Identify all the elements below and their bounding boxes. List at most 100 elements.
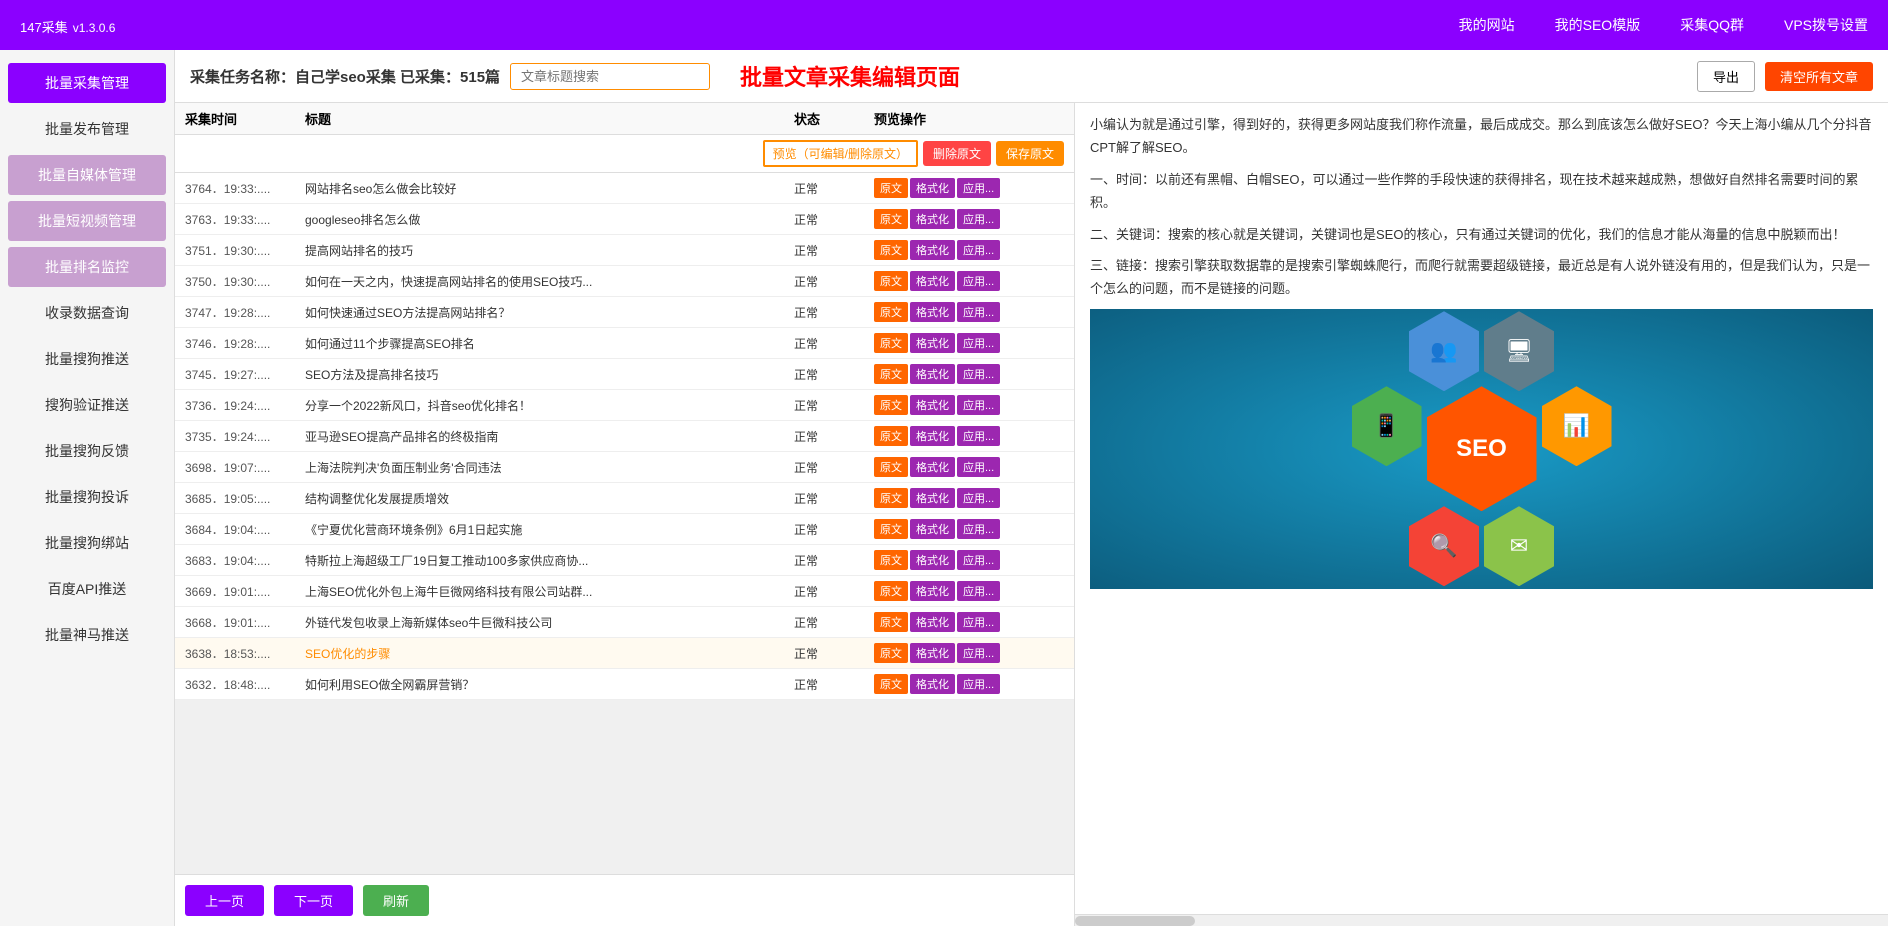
sidebar-item-baidu-api[interactable]: 百度API推送 xyxy=(8,569,166,609)
btn-yuanwen-3[interactable]: 原文 xyxy=(874,271,908,291)
btn-yingyin-13[interactable]: 应用... xyxy=(957,581,1000,601)
sidebar-item-sougou-bind[interactable]: 批量搜狗绑站 xyxy=(8,523,166,563)
table-row[interactable]: 3638．18:53:.... SEO优化的步骤 正常 原文 格式化 应用... xyxy=(175,638,1074,669)
sidebar-item-sougou-feedback[interactable]: 批量搜狗反馈 xyxy=(8,431,166,471)
row-title: 如何通过11个步骤提高SEO排名 xyxy=(305,335,794,352)
table-row[interactable]: 3683．19:04:.... 特斯拉上海超级工厂19日复工推动100多家供应商… xyxy=(175,545,1074,576)
btn-geshi-9[interactable]: 格式化 xyxy=(910,457,955,477)
search-input[interactable] xyxy=(510,63,710,90)
btn-yuanwen-8[interactable]: 原文 xyxy=(874,426,908,446)
horizontal-scrollbar[interactable] xyxy=(1075,914,1888,926)
btn-geshi-3[interactable]: 格式化 xyxy=(910,271,955,291)
table-row[interactable]: 3745．19:27:.... SEO方法及提高排名技巧 正常 原文 格式化 应… xyxy=(175,359,1074,390)
nav-qq-group[interactable]: 采集QQ群 xyxy=(1680,15,1744,35)
table-row[interactable]: 3698．19:07:.... 上海法院判决'负面压制业务'合同违法 正常 原文… xyxy=(175,452,1074,483)
table-row[interactable]: 3685．19:05:.... 结构调整优化发展提质增效 正常 原文 格式化 应… xyxy=(175,483,1074,514)
sidebar-item-rank-monitor[interactable]: 批量排名监控 xyxy=(8,247,166,287)
table-row[interactable]: 3668．19:01:.... 外链代发包收录上海新媒体seo牛巨微科技公司 正… xyxy=(175,607,1074,638)
table-row[interactable]: 3736．19:24:.... 分享一个2022新风口，抖音seo优化排名！ 正… xyxy=(175,390,1074,421)
btn-yuanwen-7[interactable]: 原文 xyxy=(874,395,908,415)
btn-yingyin-11[interactable]: 应用... xyxy=(957,519,1000,539)
btn-geshi-14[interactable]: 格式化 xyxy=(910,612,955,632)
table-row[interactable]: 3763．19:33:.... googleseo排名怎么做 正常 原文 格式化… xyxy=(175,204,1074,235)
btn-yuanwen-9[interactable]: 原文 xyxy=(874,457,908,477)
btn-yingyin-5[interactable]: 应用... xyxy=(957,333,1000,353)
top-bar: 采集任务名称：自己学seo采集 已采集：515篇 批量文章采集编辑页面 导出 清… xyxy=(175,50,1888,103)
btn-yingyin-4[interactable]: 应用... xyxy=(957,302,1000,322)
sidebar-item-video-manage[interactable]: 批量短视频管理 xyxy=(8,201,166,241)
table-row[interactable]: 3746．19:28:.... 如何通过11个步骤提高SEO排名 正常 原文 格… xyxy=(175,328,1074,359)
btn-geshi-0[interactable]: 格式化 xyxy=(910,178,955,198)
btn-yuanwen-1[interactable]: 原文 xyxy=(874,209,908,229)
export-button[interactable]: 导出 xyxy=(1697,61,1755,92)
btn-yuanwen-11[interactable]: 原文 xyxy=(874,519,908,539)
prev-page-button[interactable]: 上一页 xyxy=(185,885,264,916)
clear-all-button[interactable]: 清空所有文章 xyxy=(1765,62,1873,91)
sidebar-item-sougou-push[interactable]: 批量搜狗推送 xyxy=(8,339,166,379)
btn-geshi-12[interactable]: 格式化 xyxy=(910,550,955,570)
btn-geshi-2[interactable]: 格式化 xyxy=(910,240,955,260)
btn-geshi-8[interactable]: 格式化 xyxy=(910,426,955,446)
btn-yuanwen-15[interactable]: 原文 xyxy=(874,643,908,663)
sidebar-item-collect-manage[interactable]: 批量采集管理 xyxy=(8,63,166,103)
table-row[interactable]: 3684．19:04:.... 《宁夏优化营商环境条例》6月1日起实施 正常 原… xyxy=(175,514,1074,545)
sidebar-item-media-manage[interactable]: 批量自媒体管理 xyxy=(8,155,166,195)
table-row[interactable]: 3747．19:28:.... 如何快速通过SEO方法提高网站排名？ 正常 原文… xyxy=(175,297,1074,328)
table-row[interactable]: 3632．18:48:.... 如何利用SEO做全网霸屏营销？ 正常 原文 格式… xyxy=(175,669,1074,700)
sidebar-item-sougou-complaint[interactable]: 批量搜狗投诉 xyxy=(8,477,166,517)
btn-yingyin-10[interactable]: 应用... xyxy=(957,488,1000,508)
btn-yuanwen-2[interactable]: 原文 xyxy=(874,240,908,260)
btn-yingyin-15[interactable]: 应用... xyxy=(957,643,1000,663)
btn-yingyin-0[interactable]: 应用... xyxy=(957,178,1000,198)
btn-geshi-16[interactable]: 格式化 xyxy=(910,674,955,694)
btn-geshi-11[interactable]: 格式化 xyxy=(910,519,955,539)
preview-section: 小编认为就是通过引擎，得到好的，获得更多网站度我们称作流量，最后成成交。那么到底… xyxy=(1075,103,1888,926)
refresh-button[interactable]: 刷新 xyxy=(363,885,429,916)
btn-geshi-10[interactable]: 格式化 xyxy=(910,488,955,508)
table-row[interactable]: 3669．19:01:.... 上海SEO优化外包上海牛巨微网络科技有限公司站群… xyxy=(175,576,1074,607)
preview-paragraph: 三、链接：搜索引擎获取数据靠的是搜索引擎蜘蛛爬行，而爬行就需要超级链接，最近总是… xyxy=(1090,254,1873,301)
btn-yuanwen-13[interactable]: 原文 xyxy=(874,581,908,601)
table-row[interactable]: 3751．19:30:.... 提高网站排名的技巧 正常 原文 格式化 应用..… xyxy=(175,235,1074,266)
btn-yuanwen-0[interactable]: 原文 xyxy=(874,178,908,198)
btn-yingyin-16[interactable]: 应用... xyxy=(957,674,1000,694)
btn-yingyin-3[interactable]: 应用... xyxy=(957,271,1000,291)
nav-vps[interactable]: VPS拨号设置 xyxy=(1784,15,1868,35)
btn-yuanwen-10[interactable]: 原文 xyxy=(874,488,908,508)
btn-yingyin-8[interactable]: 应用... xyxy=(957,426,1000,446)
btn-yuanwen-14[interactable]: 原文 xyxy=(874,612,908,632)
table-row[interactable]: 3764．19:33:.... 网站排名seo怎么做会比较好 正常 原文 格式化… xyxy=(175,173,1074,204)
btn-yingyin-6[interactable]: 应用... xyxy=(957,364,1000,384)
btn-geshi-6[interactable]: 格式化 xyxy=(910,364,955,384)
btn-yingyin-9[interactable]: 应用... xyxy=(957,457,1000,477)
row-ops: 原文 格式化 应用... xyxy=(874,271,1064,291)
btn-geshi-4[interactable]: 格式化 xyxy=(910,302,955,322)
btn-yuanwen-16[interactable]: 原文 xyxy=(874,674,908,694)
btn-yingyin-2[interactable]: 应用... xyxy=(957,240,1000,260)
btn-yingyin-12[interactable]: 应用... xyxy=(957,550,1000,570)
sidebar-item-publish-manage[interactable]: 批量发布管理 xyxy=(8,109,166,149)
btn-geshi-5[interactable]: 格式化 xyxy=(910,333,955,353)
btn-geshi-13[interactable]: 格式化 xyxy=(910,581,955,601)
save-original-button[interactable]: 保存原文 xyxy=(996,141,1064,166)
btn-yuanwen-12[interactable]: 原文 xyxy=(874,550,908,570)
sidebar-item-data-query[interactable]: 收录数据查询 xyxy=(8,293,166,333)
btn-yuanwen-6[interactable]: 原文 xyxy=(874,364,908,384)
btn-geshi-1[interactable]: 格式化 xyxy=(910,209,955,229)
table-row[interactable]: 3750．19:30:.... 如何在一天之内，快速提高网站排名的使用SEO技巧… xyxy=(175,266,1074,297)
btn-yingyin-7[interactable]: 应用... xyxy=(957,395,1000,415)
table-row[interactable]: 3735．19:24:.... 亚马逊SEO提高产品排名的终极指南 正常 原文 … xyxy=(175,421,1074,452)
btn-yingyin-1[interactable]: 应用... xyxy=(957,209,1000,229)
btn-geshi-7[interactable]: 格式化 xyxy=(910,395,955,415)
sidebar-item-shenma-push[interactable]: 批量神马推送 xyxy=(8,615,166,655)
btn-geshi-15[interactable]: 格式化 xyxy=(910,643,955,663)
btn-yuanwen-4[interactable]: 原文 xyxy=(874,302,908,322)
btn-yuanwen-5[interactable]: 原文 xyxy=(874,333,908,353)
delete-original-button[interactable]: 删除原文 xyxy=(923,141,991,166)
btn-yingyin-14[interactable]: 应用... xyxy=(957,612,1000,632)
sidebar-item-sougou-verify[interactable]: 搜狗验证推送 xyxy=(8,385,166,425)
nav-my-seo[interactable]: 我的SEO模版 xyxy=(1555,15,1641,35)
row-ops: 原文 格式化 应用... xyxy=(874,240,1064,260)
next-page-button[interactable]: 下一页 xyxy=(274,885,353,916)
nav-my-site[interactable]: 我的网站 xyxy=(1459,15,1515,35)
